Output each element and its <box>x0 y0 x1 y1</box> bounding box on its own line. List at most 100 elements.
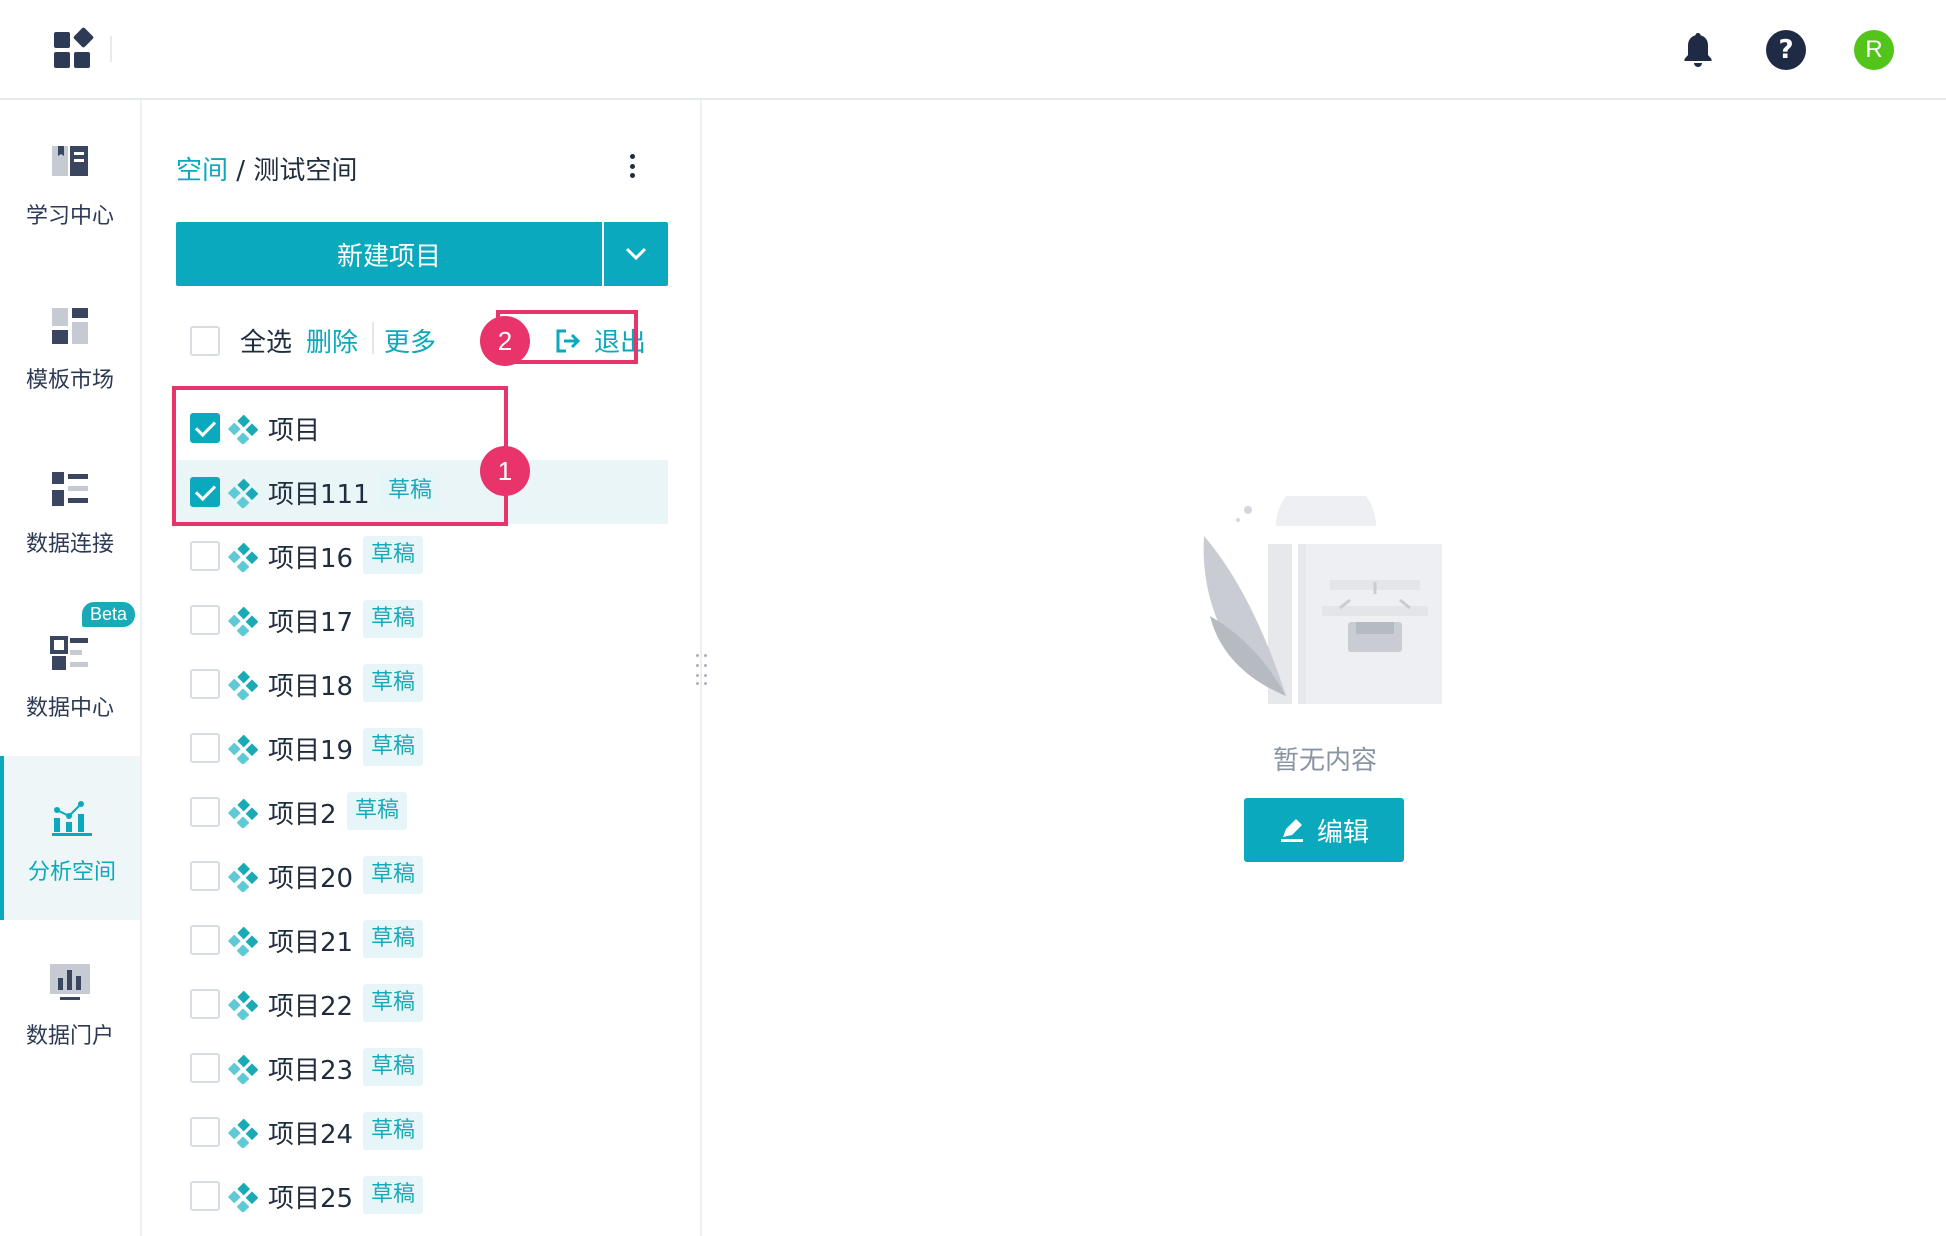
left-nav: 学习中心 模板市场 数据连接 数据中心 Beta 分析空间 数据门户 <box>0 100 142 1236</box>
edit-pen-icon <box>1280 819 1303 842</box>
project-panel: 空间 / 测试空间 新建项目 全选 删除 更多 退出 项目 项目111 草稿 项目16… <box>142 100 702 1236</box>
avatar[interactable]: R <box>1854 30 1894 70</box>
project-checkbox[interactable] <box>190 989 220 1019</box>
nav-item-template-market[interactable]: 模板市场 <box>0 264 140 428</box>
project-name: 项目17 <box>268 608 354 638</box>
project-name: 项目25 <box>268 1184 354 1214</box>
breadcrumb-current: 测试空间 <box>253 156 358 186</box>
divider <box>372 322 374 354</box>
project-icon <box>227 798 259 830</box>
nav-label: 模板市场 <box>25 368 114 393</box>
project-row[interactable]: 项目2 草稿 <box>176 780 668 844</box>
nav-label: 分析空间 <box>27 860 116 885</box>
select-all-label: 全选 <box>240 328 293 358</box>
project-icon <box>227 1182 259 1214</box>
project-row[interactable]: 项目23 草稿 <box>176 1036 668 1100</box>
annotation-badge-1: 1 <box>480 446 530 496</box>
draft-tag: 草稿 <box>363 664 424 702</box>
divider <box>110 36 112 62</box>
project-icon <box>227 1118 259 1150</box>
nav-item-learning-center[interactable]: 学习中心 <box>0 100 140 264</box>
highlight-box-selected <box>172 386 508 526</box>
project-icon <box>227 990 259 1022</box>
draft-tag: 草稿 <box>363 984 424 1022</box>
project-name: 项目16 <box>268 544 354 574</box>
more-button[interactable]: 更多 <box>384 322 436 359</box>
project-row[interactable]: 项目25 草稿 <box>176 1164 668 1228</box>
beta-badge: Beta <box>82 602 136 627</box>
nav-label: 学习中心 <box>25 204 114 229</box>
nav-item-analysis-space[interactable]: 分析空间 <box>0 756 140 920</box>
new-project-dropdown-button[interactable] <box>604 222 668 286</box>
project-icon <box>227 606 259 638</box>
chevron-down-icon <box>625 247 647 261</box>
annotation-badge-2: 2 <box>480 316 530 366</box>
select-all-checkbox[interactable] <box>190 326 220 356</box>
template-icon <box>52 308 88 344</box>
app-grid-icon[interactable] <box>54 26 95 70</box>
project-icon <box>227 670 259 702</box>
project-name: 项目22 <box>268 992 354 1022</box>
project-icon <box>227 734 259 766</box>
project-row[interactable]: 项目20 草稿 <box>176 844 668 908</box>
breadcrumb-separator: / <box>228 156 254 186</box>
project-icon <box>227 862 259 894</box>
nav-label: 数据中心 <box>25 696 114 721</box>
draft-tag: 草稿 <box>363 856 424 894</box>
project-name: 项目20 <box>268 864 354 894</box>
portal-icon <box>50 964 90 1000</box>
draft-tag: 草稿 <box>363 920 424 958</box>
nav-item-data-connect[interactable]: 数据连接 <box>0 428 140 592</box>
project-row[interactable]: 项目17 草稿 <box>176 588 668 652</box>
draft-tag: 草稿 <box>363 1176 424 1214</box>
help-icon[interactable]: ? <box>1766 30 1806 70</box>
project-row[interactable]: 项目16 草稿 <box>176 524 668 588</box>
project-checkbox[interactable] <box>190 1181 220 1211</box>
project-row[interactable]: 项目19 草稿 <box>176 716 668 780</box>
analysis-icon <box>52 801 92 836</box>
project-checkbox[interactable] <box>190 733 220 763</box>
draft-tag: 草稿 <box>347 792 408 830</box>
project-icon <box>227 1054 259 1086</box>
new-project-button[interactable]: 新建项目 <box>176 222 602 286</box>
project-name: 项目24 <box>268 1120 354 1150</box>
data-center-icon <box>50 636 88 670</box>
nav-label: 数据连接 <box>25 532 114 557</box>
project-checkbox[interactable] <box>190 541 220 571</box>
breadcrumb-link-space[interactable]: 空间 <box>176 156 228 186</box>
project-checkbox[interactable] <box>190 605 220 635</box>
more-options-icon[interactable] <box>626 148 638 184</box>
project-row[interactable]: 项目24 草稿 <box>176 1100 668 1164</box>
empty-state-illustration <box>1203 496 1442 704</box>
draft-tag: 草稿 <box>363 600 424 638</box>
data-connect-icon <box>52 472 88 506</box>
project-checkbox[interactable] <box>190 1053 220 1083</box>
draft-tag: 草稿 <box>363 1048 424 1086</box>
nav-item-data-portal[interactable]: 数据门户 <box>0 920 140 1084</box>
draft-tag: 草稿 <box>363 728 424 766</box>
edit-label: 编辑 <box>1316 817 1369 848</box>
project-name: 项目19 <box>268 736 354 766</box>
project-row[interactable]: 项目21 草稿 <box>176 908 668 972</box>
project-icon <box>227 926 259 958</box>
draft-tag: 草稿 <box>363 536 424 574</box>
project-checkbox[interactable] <box>190 861 220 891</box>
edit-button[interactable]: 编辑 <box>1244 798 1404 862</box>
project-checkbox[interactable] <box>190 925 220 955</box>
delete-button[interactable]: 删除 <box>306 322 358 359</box>
top-bar: ? R <box>0 0 1946 100</box>
project-checkbox[interactable] <box>190 1117 220 1147</box>
project-icon <box>227 542 259 574</box>
project-checkbox[interactable] <box>190 797 220 827</box>
project-name: 项目23 <box>268 1056 354 1086</box>
project-row[interactable]: 项目18 草稿 <box>176 652 668 716</box>
empty-state-text: 暂无内容 <box>1272 746 1377 776</box>
breadcrumb: 空间 / 测试空间 <box>176 150 357 187</box>
project-row[interactable]: 项目22 草稿 <box>176 972 668 1036</box>
project-name: 项目2 <box>268 800 337 830</box>
project-name: 项目21 <box>268 928 354 958</box>
project-checkbox[interactable] <box>190 669 220 699</box>
resize-handle[interactable] <box>692 652 712 686</box>
bell-icon[interactable] <box>1678 30 1718 70</box>
project-name: 项目18 <box>268 672 354 702</box>
